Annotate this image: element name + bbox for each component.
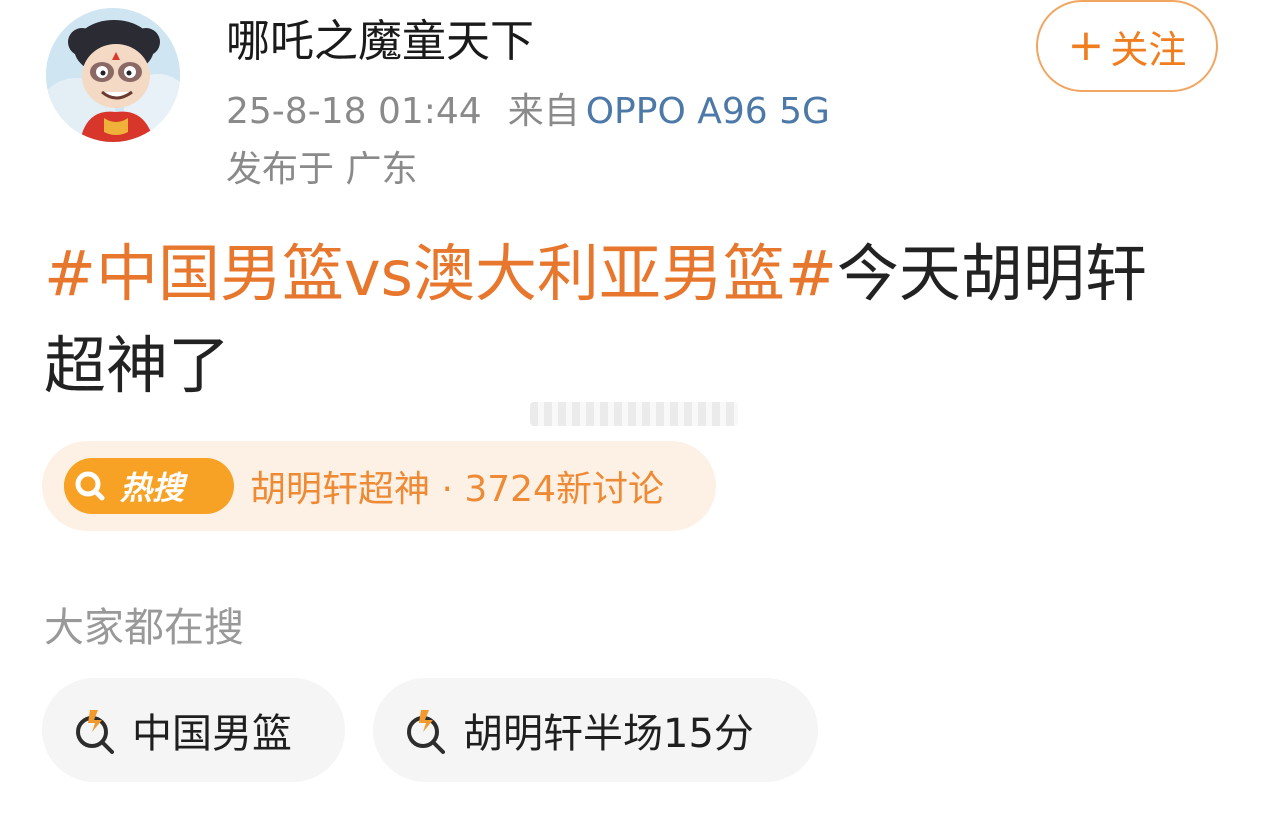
suggestions-title: 大家都在搜	[44, 605, 244, 651]
suggestion-chip[interactable]: 胡明轩半场15分	[373, 678, 818, 782]
post-content: #中国男篮vs澳大利亚男篮#今天胡明轩超神了	[44, 228, 1204, 412]
follow-button-label: 关注	[1110, 27, 1187, 72]
hot-search-icon	[407, 710, 445, 754]
hot-search-text: 胡明轩超神 · 3724新讨论	[250, 469, 664, 510]
hot-search-badge-label: 热搜	[120, 469, 185, 507]
post-timestamp: 25-8-18 01:44	[226, 91, 482, 132]
content-placeholder-strip	[530, 402, 738, 426]
post-meta: 25-8-18 01:44 来自 OPPO A96 5G	[226, 88, 830, 136]
author-name[interactable]: 哪吒之魔童天下	[226, 12, 534, 72]
post-location: 发布于 广东	[226, 149, 418, 190]
nezha-avatar-icon	[46, 8, 180, 142]
search-icon	[64, 460, 116, 512]
author-avatar[interactable]	[46, 8, 180, 142]
suggestion-label: 中国男篮	[132, 711, 292, 757]
suggestion-chip[interactable]: 中国男篮	[42, 678, 345, 782]
suggestion-label: 胡明轩半场15分	[463, 711, 754, 757]
hot-search-icon	[76, 710, 114, 754]
plus-icon: +	[1067, 20, 1105, 71]
hot-search-entry[interactable]: 热搜 胡明轩超神 · 3724新讨论	[42, 441, 716, 531]
hot-search-badge: 热搜	[64, 458, 234, 514]
follow-button[interactable]: + 关注	[1036, 0, 1218, 92]
source-prefix: 来自	[507, 91, 580, 132]
device-link[interactable]: OPPO A96 5G	[586, 91, 830, 132]
topic-hashtag-link[interactable]: #中国男篮vs澳大利亚男篮#	[44, 237, 837, 310]
